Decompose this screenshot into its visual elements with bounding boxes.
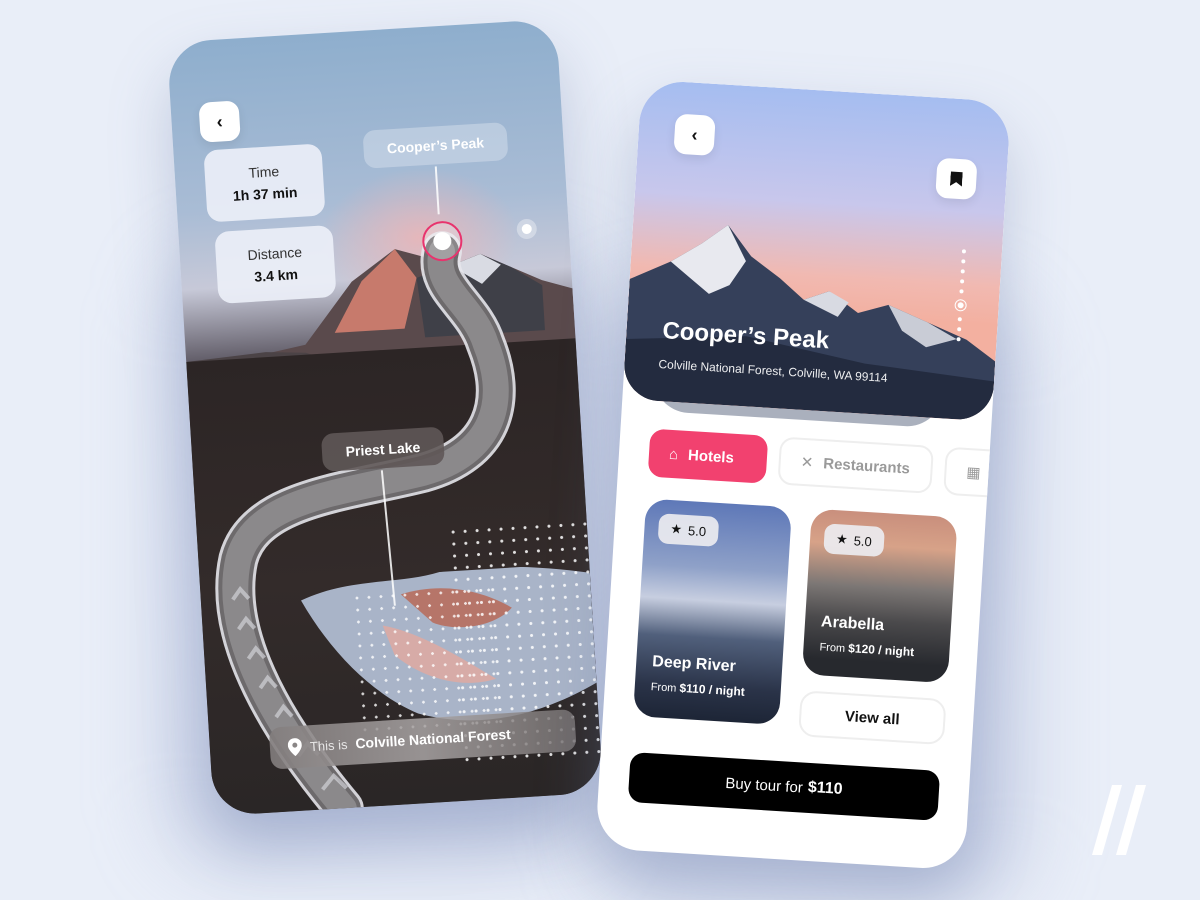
utensils-icon: ✕ [800,453,814,472]
tab-label: Restaurants [822,454,911,477]
category-tabs: ⌂ Hotels ✕ Restaurants ▦ [647,428,1006,499]
price-value: $110 / night [679,680,746,699]
more-category-icon: ▦ [965,463,982,482]
hotel-price: From $120 / night [819,639,914,659]
distance-value: 3.4 km [253,266,299,285]
detail-screen: ‹ Cooper’s Peak Colville National Forest… [594,79,1012,871]
bookmark-button[interactable] [935,157,978,200]
map-screen: ‹ Time 1h 37 min Distance 3.4 km Cooper’… [166,18,604,817]
hotel-name: Arabella [820,613,885,635]
hotel-price: From $110 / night [650,679,745,699]
buy-label: Buy tour for [724,774,804,797]
carousel-dot-core [957,302,964,309]
distance-card: Distance 3.4 km [214,224,337,304]
price-prefix: From [650,681,677,695]
tab-hotels[interactable]: ⌂ Hotels [647,428,769,484]
back-button[interactable]: ‹ [673,113,716,156]
price-prefix: From [819,641,846,655]
carousel-dot[interactable] [961,259,966,264]
time-label: Time [248,163,280,181]
carousel-dot-active[interactable] [954,298,968,312]
carousel-dot[interactable] [956,337,961,342]
view-all-button[interactable]: View all [798,690,947,746]
buy-price: $110 [807,778,844,798]
price-value: $120 / night [847,641,915,660]
time-card: Time 1h 37 min [203,143,326,223]
tab-restaurants[interactable]: ✕ Restaurants [777,436,935,494]
back-button[interactable]: ‹ [198,100,241,143]
tab-label: Hotels [687,446,735,467]
hotel-name: Deep River [651,653,737,676]
waypoint-label-lake[interactable]: Priest Lake [320,426,445,472]
chevron-left-icon: ‹ [690,124,699,145]
double-slash-logo-icon [1092,785,1146,855]
star-icon: ★ [670,521,683,537]
location-prefix: This is [309,736,348,754]
pin-core [432,231,452,251]
location-name: Colville National Forest [354,725,512,752]
rating-value: 5.0 [853,532,873,549]
buy-tour-button[interactable]: Buy tour for $110 [627,752,941,821]
distance-label: Distance [247,243,303,264]
carousel-dot[interactable] [959,289,964,294]
home-icon: ⌂ [668,445,679,463]
carousel-dot[interactable] [957,327,962,332]
hero-image-card[interactable]: ‹ Cooper’s Peak Colville National Forest… [622,79,1012,422]
pin-core [521,223,533,235]
map-pin-icon [287,738,302,757]
hotel-card-arabella[interactable]: ★ 5.0 Arabella From $120 / night [801,508,958,684]
rating-value: 5.0 [687,522,707,539]
star-icon: ★ [835,531,849,547]
carousel-dot[interactable] [960,279,965,284]
carousel-dot[interactable] [957,317,962,322]
carousel-dot[interactable] [960,269,965,274]
hotel-card-deep-river[interactable]: ★ 5.0 Deep River From $110 / night [632,498,793,725]
rating-badge: ★ 5.0 [823,523,885,558]
carousel-dot[interactable] [961,249,967,254]
bookmark-icon [950,171,963,187]
rating-badge: ★ 5.0 [657,513,720,547]
chevron-left-icon: ‹ [216,111,224,132]
time-value: 1h 37 min [232,183,298,204]
